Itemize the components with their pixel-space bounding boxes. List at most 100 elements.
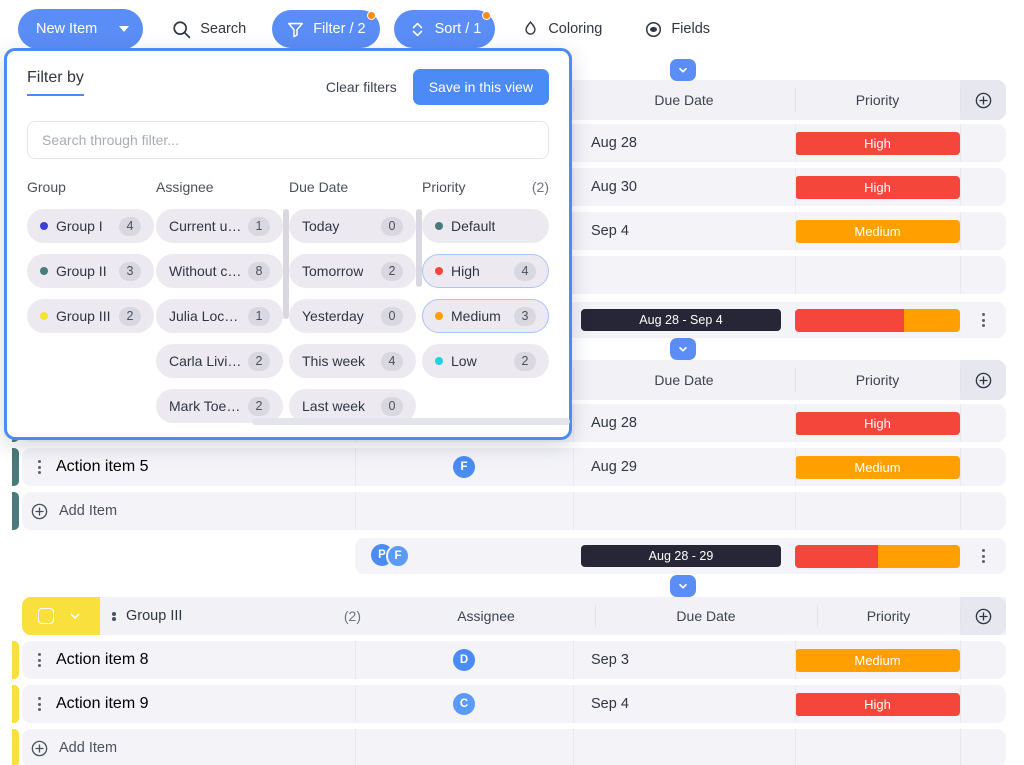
caret-down-icon[interactable] (119, 26, 130, 32)
filter-option-current-user[interactable]: Current u… 1 (156, 209, 283, 243)
table-row[interactable]: Action item 5 F Aug 29 Medium (0, 448, 1024, 486)
clear-filters-button[interactable]: Clear filters (326, 79, 397, 95)
row-more-button[interactable] (22, 653, 56, 667)
app-root: New Item Search Filter / 2 Sort / 1 Colo… (0, 0, 1024, 765)
header-priority[interactable]: Priority (795, 80, 960, 120)
sort-arrows-icon (408, 20, 427, 39)
filter-option-count: 2 (514, 351, 536, 371)
header-due-date[interactable]: Due Date (573, 80, 795, 120)
header-due-date[interactable]: Due Date (595, 597, 817, 635)
coloring-button[interactable]: Coloring (507, 10, 616, 48)
priority-badge[interactable]: High (795, 411, 960, 435)
filter-option-label: Group II (56, 263, 107, 279)
filter-search-placeholder: Search through filter... (42, 132, 179, 148)
color-dot-icon (435, 312, 443, 320)
filter-option-high[interactable]: High 4 (422, 254, 549, 288)
row-accent (0, 448, 22, 486)
row-due-date[interactable]: Aug 29 (591, 459, 637, 475)
row-due-date[interactable]: Sep 4 (591, 223, 629, 239)
header-priority[interactable]: Priority (795, 360, 960, 400)
filter-option-label: High (451, 263, 480, 279)
filter-columns-scrollbar[interactable] (252, 418, 570, 425)
summary-avatar-stack[interactable]: P F (371, 544, 410, 568)
filter-option-julia[interactable]: Julia Loc… 1 (156, 299, 283, 333)
avatar[interactable]: F (453, 456, 475, 478)
priority-badge[interactable]: High (795, 175, 960, 199)
row-due-date[interactable]: Sep 3 (591, 652, 629, 668)
filter-option-group-iii[interactable]: Group III 2 (27, 299, 154, 333)
filter-option-yesterday[interactable]: Yesterday 0 (289, 299, 416, 333)
chevron-down-icon (70, 613, 80, 619)
filter-option-group-i[interactable]: Group I 4 (27, 209, 154, 243)
add-item-row[interactable]: Add Item (0, 492, 1024, 530)
priority-badge[interactable]: Medium (795, 648, 960, 672)
filter-option-count: 4 (119, 216, 141, 236)
color-dot-icon (40, 312, 48, 320)
filter-option-count: 2 (248, 396, 270, 416)
row-due-date[interactable]: Sep 4 (591, 696, 629, 712)
row-due-date[interactable]: Aug 30 (591, 179, 637, 195)
collapse-group-one-button[interactable] (670, 59, 696, 81)
add-column-button[interactable] (960, 80, 1006, 120)
avatar[interactable]: C (453, 693, 475, 715)
row-due-date[interactable]: Aug 28 (591, 135, 637, 151)
add-item-button[interactable]: Add Item (30, 739, 117, 758)
collapse-group-three-button[interactable] (670, 575, 696, 597)
filter-option-default[interactable]: Default (422, 209, 549, 243)
priority-badge[interactable]: High (795, 131, 960, 155)
filter-column-title: Group (27, 179, 66, 195)
add-item-label: Add Item (59, 740, 118, 756)
group-checkbox[interactable] (38, 608, 54, 624)
filter-option-count: 2 (248, 351, 270, 371)
summary-more-button[interactable] (981, 313, 985, 327)
priority-badge[interactable]: Medium (795, 455, 960, 479)
fields-button[interactable]: Fields (630, 10, 724, 48)
filter-option-low[interactable]: Low 2 (422, 344, 549, 378)
summary-more-button[interactable] (981, 549, 985, 563)
filter-button[interactable]: Filter / 2 (272, 10, 380, 48)
drag-handle-icon[interactable] (112, 611, 116, 621)
color-dot-icon (435, 222, 443, 230)
header-assignee[interactable]: Assignee (377, 597, 595, 635)
filter-option-medium[interactable]: Medium 3 (422, 299, 549, 333)
filter-option-group-ii[interactable]: Group II 3 (27, 254, 154, 288)
add-column-button[interactable] (960, 597, 1006, 635)
add-column-button[interactable] (960, 360, 1006, 400)
priority-badge[interactable]: High (795, 692, 960, 716)
filter-option-without-contact[interactable]: Without c… 8 (156, 254, 283, 288)
row-more-button[interactable] (22, 460, 56, 474)
table-row[interactable]: Action item 9 C Sep 4 High (0, 685, 1024, 723)
filter-option-tomorrow[interactable]: Tomorrow 2 (289, 254, 416, 288)
header-due-date[interactable]: Due Date (573, 360, 795, 400)
sort-button[interactable]: Sort / 1 (393, 10, 496, 48)
filter-option-today[interactable]: Today 0 (289, 209, 416, 243)
group-select-cell[interactable] (22, 597, 100, 635)
group-title-cell[interactable]: Group III (2) (100, 597, 377, 635)
color-dot-icon (435, 267, 443, 275)
filter-option-label: Carla Livi… (169, 353, 242, 369)
filter-search-input[interactable]: Search through filter... (27, 121, 549, 159)
header-priority[interactable]: Priority (817, 597, 960, 635)
filter-option-carla[interactable]: Carla Livi… 2 (156, 344, 283, 378)
add-item-button[interactable]: Add Item (30, 502, 117, 521)
filter-option-label: Today (302, 218, 340, 234)
filter-option-count: 3 (514, 306, 536, 326)
add-item-label: Add Item (59, 503, 118, 519)
filter-option-this-week[interactable]: This week 4 (289, 344, 416, 378)
filter-panel-title: Filter by (27, 69, 84, 96)
priority-badge[interactable]: Medium (795, 219, 960, 243)
table-row[interactable]: Action item 8 D Sep 3 Medium (0, 641, 1024, 679)
filter-option-label: Group I (56, 218, 103, 234)
new-item-button[interactable]: New Item (18, 9, 144, 49)
avatar[interactable]: F (386, 544, 410, 568)
search-button[interactable]: Search (157, 10, 260, 48)
row-more-button[interactable] (22, 697, 56, 711)
color-dot-icon (435, 357, 443, 365)
row-due-date[interactable]: Aug 28 (591, 415, 637, 431)
add-item-row[interactable]: Add Item (0, 729, 1024, 765)
coloring-label: Coloring (548, 21, 603, 37)
avatar[interactable]: D (453, 649, 475, 671)
filter-option-count: 8 (248, 261, 270, 281)
save-in-this-view-button[interactable]: Save in this view (412, 69, 549, 105)
collapse-group-two-button[interactable] (670, 338, 696, 360)
